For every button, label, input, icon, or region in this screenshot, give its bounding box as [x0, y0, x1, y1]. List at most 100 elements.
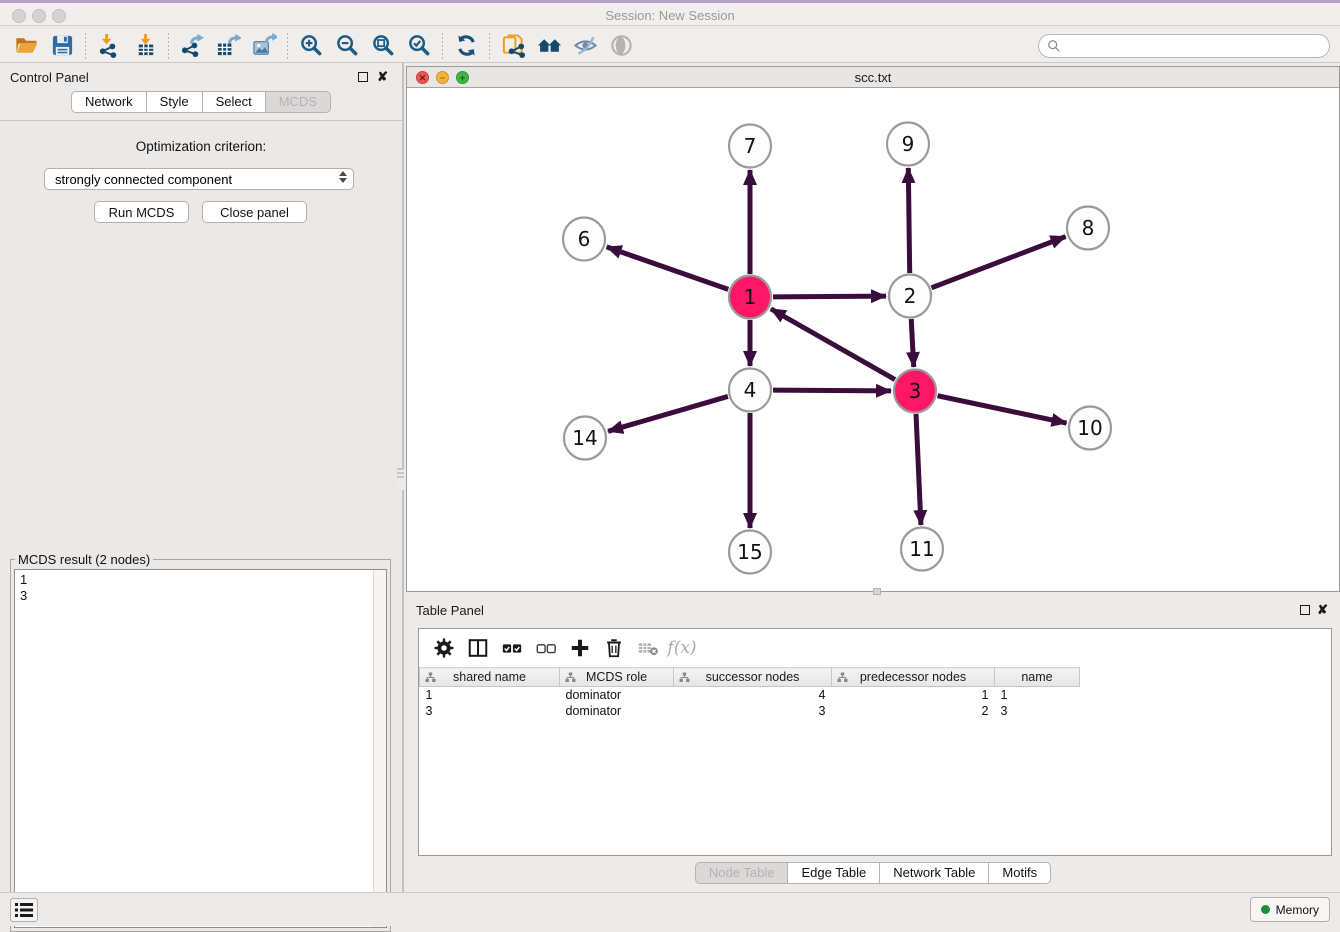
export-network-button[interactable] — [174, 31, 210, 61]
close-panel-button[interactable]: Close panel — [202, 201, 307, 223]
edge-3-1[interactable] — [771, 309, 895, 380]
table-cell[interactable]: 1 — [832, 687, 995, 703]
edge-2-8[interactable] — [931, 237, 1065, 288]
graph-node-10[interactable]: 10 — [1069, 407, 1111, 450]
tab-network-table[interactable]: Network Table — [880, 862, 989, 884]
table-cell[interactable]: 4 — [674, 687, 832, 703]
mcds-result-group: MCDS result (2 nodes) 13 — [10, 552, 391, 932]
table-cell[interactable]: dominator — [560, 687, 674, 703]
toolbar-separator — [489, 33, 490, 59]
tab-motifs[interactable]: Motifs — [989, 862, 1051, 884]
import-network-button[interactable] — [91, 31, 127, 61]
graph-node-9[interactable]: 9 — [887, 123, 929, 166]
zoom-fit-button[interactable] — [365, 31, 401, 61]
save-session-button[interactable] — [44, 31, 80, 61]
table-cell[interactable]: 1 — [995, 687, 1080, 703]
graph-node-1[interactable]: 1 — [729, 276, 771, 319]
table-panel-close-button[interactable]: ✘ — [1317, 602, 1328, 618]
list-icon — [15, 902, 33, 918]
graph-node-14[interactable]: 14 — [564, 417, 606, 460]
graph-node-15[interactable]: 15 — [729, 531, 771, 574]
tab-mcds[interactable]: MCDS — [266, 91, 331, 113]
table-settings-button[interactable] — [429, 633, 459, 663]
open-session-button[interactable] — [8, 31, 44, 61]
table-row[interactable]: 1dominator411 — [420, 687, 1080, 703]
edge-3-10[interactable] — [938, 396, 1067, 423]
graph-node-3[interactable]: 3 — [894, 370, 936, 413]
edge-2-9[interactable] — [908, 168, 909, 273]
deselect-all-rows-button[interactable] — [531, 633, 561, 663]
import-network-icon — [97, 33, 122, 58]
network-resize-handle[interactable] — [873, 588, 881, 595]
zoom-selected-icon — [407, 33, 432, 58]
search-input[interactable] — [1066, 39, 1321, 53]
gear-icon — [433, 637, 455, 659]
memory-button[interactable]: Memory — [1250, 897, 1330, 922]
graph-node-2[interactable]: 2 — [889, 275, 931, 318]
delete-column-button[interactable] — [599, 633, 629, 663]
export-table-button[interactable] — [210, 31, 246, 61]
eye-gray-icon — [609, 33, 634, 58]
zoom-out-button[interactable] — [329, 31, 365, 61]
apply-layout-button[interactable] — [531, 31, 567, 61]
edge-3-11[interactable] — [916, 414, 921, 525]
export-image-button[interactable] — [246, 31, 282, 61]
import-table-button[interactable] — [127, 31, 163, 61]
table-cell[interactable]: 3 — [674, 703, 832, 719]
column-header-MCDS-role[interactable]: MCDS role — [560, 668, 674, 687]
refresh-view-button[interactable] — [448, 31, 484, 61]
network-canvas[interactable]: 7 9 6 8 1 2 4 3 14 10 15 11 — [407, 88, 1339, 591]
column-header-successor-nodes[interactable]: successor nodes — [674, 668, 832, 687]
zoom-in-button[interactable] — [293, 31, 329, 61]
panel-divider-handle[interactable] — [397, 468, 404, 490]
graph-node-8[interactable]: 8 — [1067, 207, 1109, 250]
control-panel-float-button[interactable] — [358, 72, 368, 82]
edge-4-3[interactable] — [773, 390, 891, 391]
tab-style[interactable]: Style — [147, 91, 203, 113]
import-table-icon — [133, 33, 158, 58]
criterion-select[interactable]: strongly connected component — [44, 168, 354, 190]
graph-node-4[interactable]: 4 — [729, 369, 771, 412]
tab-select[interactable]: Select — [203, 91, 266, 113]
table-cell[interactable]: 1 — [420, 687, 560, 703]
eye-slash-icon — [573, 33, 598, 58]
zoom-selected-button[interactable] — [401, 31, 437, 61]
result-scrollbar[interactable] — [373, 570, 386, 927]
table-cell[interactable]: dominator — [560, 703, 674, 719]
edge-4-14[interactable] — [608, 396, 728, 431]
graph-node-11[interactable]: 11 — [901, 528, 943, 571]
tab-edge-table[interactable]: Edge Table — [788, 862, 880, 884]
new-network-button[interactable] — [495, 31, 531, 61]
mcds-result-item: 1 — [20, 572, 367, 588]
toggle-panel-split-button[interactable] — [463, 633, 493, 663]
tab-network[interactable]: Network — [71, 91, 147, 113]
graph-node-7[interactable]: 7 — [729, 125, 771, 168]
table-cell[interactable]: 3 — [420, 703, 560, 719]
run-mcds-button[interactable]: Run MCDS — [94, 201, 189, 223]
table-panel-float-button[interactable] — [1300, 605, 1310, 615]
select-all-rows-button[interactable] — [497, 633, 527, 663]
edge-1-2[interactable] — [773, 296, 886, 297]
edge-2-3[interactable] — [911, 319, 914, 367]
table-toolbar: f(x) — [419, 629, 1331, 667]
edge-1-6[interactable] — [607, 247, 729, 289]
zoom-out-icon — [335, 33, 360, 58]
hide-panels-button[interactable] — [567, 31, 603, 61]
table-row[interactable]: 3dominator323 — [420, 703, 1080, 719]
add-column-button[interactable] — [565, 633, 595, 663]
mcds-panel: Optimization criterion: strongly connect… — [0, 120, 402, 892]
show-panels-button — [603, 31, 639, 61]
node-table: shared nameMCDS rolesuccessor nodesprede… — [419, 667, 1080, 719]
show-task-history-button[interactable] — [10, 898, 38, 922]
column-header-predecessor-nodes[interactable]: predecessor nodes — [832, 668, 995, 687]
column-header-shared-name[interactable]: shared name — [420, 668, 560, 687]
graph-node-6[interactable]: 6 — [563, 218, 605, 261]
tab-node-table[interactable]: Node Table — [695, 862, 789, 884]
search-box[interactable] — [1038, 34, 1330, 58]
table-cell[interactable]: 2 — [832, 703, 995, 719]
control-panel-close-button[interactable]: ✘ — [377, 69, 388, 85]
column-hierarchy-icon — [837, 672, 848, 683]
column-header-name[interactable]: name — [995, 668, 1080, 687]
network-view-window: ✕ − + scc.txt 7968124314101511 — [406, 66, 1340, 592]
table-cell[interactable]: 3 — [995, 703, 1080, 719]
